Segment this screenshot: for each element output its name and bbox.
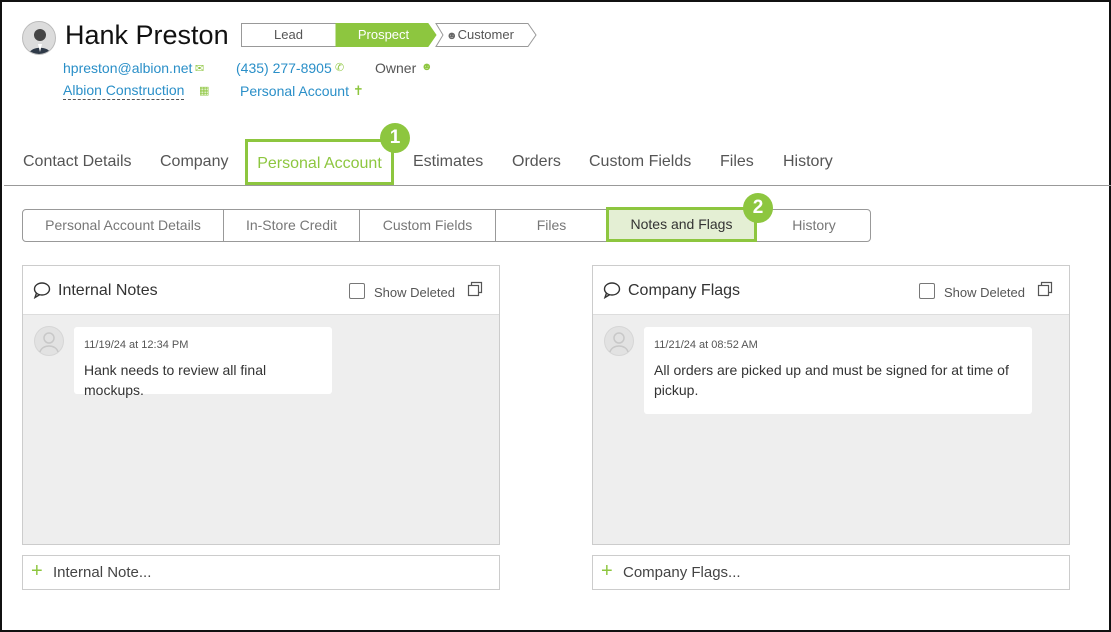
person-standing-icon: ✝	[353, 83, 364, 98]
subtab-history[interactable]: History	[758, 210, 870, 241]
internal-notes-title: Internal Notes	[58, 282, 158, 299]
chat-bubble-icon	[33, 282, 51, 299]
email-link[interactable]: hpreston@albion.net	[63, 60, 192, 76]
company-flags-title: Company Flags	[628, 282, 741, 299]
popout-icon[interactable]	[1037, 281, 1053, 297]
company-flags-panel: Company Flags Show Deleted 11/21/24 at 0…	[592, 265, 1070, 545]
show-deleted-checkbox[interactable]	[919, 283, 935, 299]
tab-personal-account[interactable]: Personal Account	[245, 139, 394, 185]
add-internal-note-input[interactable]: + Internal Note...	[22, 555, 500, 590]
flag-card: 11/21/24 at 08:52 AM All orders are pick…	[644, 327, 1032, 414]
callout-badge-2: 2	[743, 193, 773, 223]
note-date: 11/19/24 at 12:34 PM	[84, 339, 189, 351]
internal-notes-header: Internal Notes Show Deleted	[23, 266, 499, 315]
tab-contact-details[interactable]: Contact Details	[23, 153, 132, 177]
tab-files[interactable]: Files	[720, 153, 754, 177]
add-company-flag-input[interactable]: + Company Flags...	[592, 555, 1070, 590]
plus-icon: +	[31, 560, 43, 582]
add-company-flag-placeholder: Company Flags...	[623, 564, 741, 581]
note-card: 11/19/24 at 12:34 PM Hank needs to revie…	[74, 327, 332, 398]
app-window: Hank Preston Lead Prospect ☻Customer hpr…	[0, 0, 1111, 632]
show-deleted-label[interactable]: Show Deleted	[944, 285, 1025, 300]
phone-link[interactable]: (435) 277-8905	[236, 60, 332, 76]
tab-orders[interactable]: Orders	[512, 153, 561, 177]
company-link[interactable]: Albion Construction	[63, 82, 185, 100]
subtab-personal-account-details[interactable]: Personal Account Details	[23, 210, 224, 241]
flag-author-avatar	[604, 326, 634, 356]
stage-customer-label: Customer	[457, 27, 514, 42]
subtab-files[interactable]: Files	[496, 210, 608, 241]
show-deleted-label[interactable]: Show Deleted	[374, 285, 455, 300]
building-icon: ▦	[199, 85, 210, 97]
internal-notes-panel: Internal Notes Show Deleted 11/19/24 at …	[22, 265, 500, 545]
stage-prospect[interactable]: Prospect	[336, 23, 431, 47]
phone-icon: ✆	[335, 62, 345, 74]
subtab-in-store-credit[interactable]: In-Store Credit	[224, 210, 360, 241]
stage-customer[interactable]: ☻Customer	[444, 23, 534, 47]
callout-badge-1: 1	[380, 123, 410, 153]
person-icon: ☻	[446, 30, 458, 42]
stage-lead[interactable]: Lead	[241, 23, 336, 47]
pipeline-stages: Lead Prospect ☻Customer	[241, 23, 541, 47]
personal-account-link[interactable]: Personal Account	[240, 83, 349, 99]
subtab-custom-fields[interactable]: Custom Fields	[360, 210, 496, 241]
flag-date: 11/21/24 at 08:52 AM	[654, 339, 758, 351]
note-author-avatar	[34, 326, 64, 356]
subtab-notes-and-flags[interactable]: Notes and Flags	[606, 207, 757, 242]
contact-name: Hank Preston	[65, 20, 229, 50]
tab-company[interactable]: Company	[160, 153, 228, 177]
tab-custom-fields[interactable]: Custom Fields	[589, 153, 691, 177]
note-text: Hank needs to review all final mockups.	[84, 362, 267, 398]
popout-icon[interactable]	[467, 281, 483, 297]
contact-avatar[interactable]	[22, 21, 56, 55]
owner-label: Owner	[375, 60, 417, 76]
flag-text: All orders are picked up and must be sig…	[654, 362, 1009, 398]
show-deleted-checkbox[interactable]	[349, 283, 365, 299]
tab-estimates[interactable]: Estimates	[413, 153, 483, 177]
plus-icon: +	[601, 560, 613, 582]
tab-history[interactable]: History	[783, 153, 833, 177]
tabs-divider	[4, 185, 1111, 186]
owner-icon: ☻	[421, 61, 433, 73]
add-internal-note-placeholder: Internal Note...	[53, 564, 152, 581]
chat-bubble-icon	[603, 282, 621, 299]
company-flags-header: Company Flags Show Deleted	[593, 266, 1069, 315]
envelope-icon: ✉	[195, 63, 205, 75]
